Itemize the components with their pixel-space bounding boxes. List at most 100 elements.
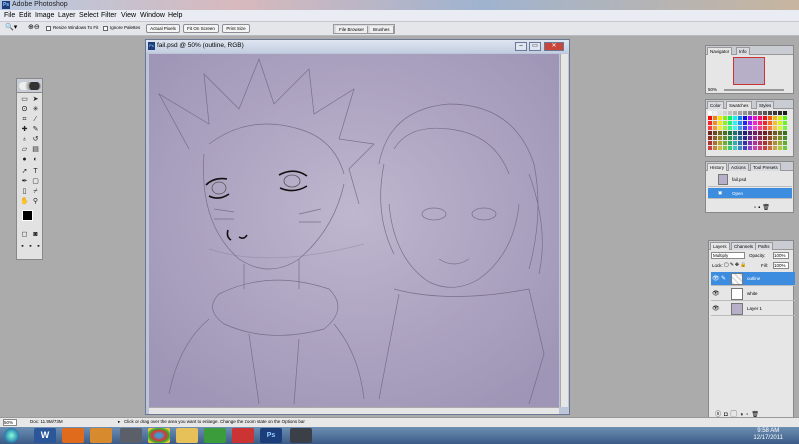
color-swatch[interactable] — [713, 121, 717, 125]
color-swatch[interactable] — [758, 136, 762, 140]
color-swatch[interactable] — [753, 131, 757, 135]
screen-mode-full-icon[interactable]: ▪ — [35, 243, 42, 251]
color-swatch[interactable] — [743, 126, 747, 130]
color-swatch[interactable] — [743, 136, 747, 140]
color-swatch[interactable] — [778, 141, 782, 145]
color-swatch[interactable] — [738, 141, 742, 145]
print-size-button[interactable]: Print Size — [222, 24, 250, 33]
color-swatch[interactable] — [738, 131, 742, 135]
brush-tool-icon[interactable]: ✎ — [31, 126, 40, 134]
tab-actions[interactable]: Actions — [728, 163, 749, 171]
menu-filter[interactable]: Filter — [101, 12, 117, 19]
color-swatch[interactable] — [713, 126, 717, 130]
color-swatch[interactable] — [778, 121, 782, 125]
color-swatch[interactable] — [743, 146, 747, 150]
visibility-eye-icon[interactable]: 👁 — [712, 275, 720, 282]
color-swatch[interactable] — [728, 111, 732, 115]
color-swatch[interactable] — [753, 141, 757, 145]
actual-pixels-button[interactable]: Actual Pixels — [146, 24, 180, 33]
color-swatch[interactable] — [728, 121, 732, 125]
standard-mode-icon[interactable]: ◻ — [20, 231, 29, 239]
color-swatch[interactable] — [733, 121, 737, 125]
color-swatch[interactable] — [713, 116, 717, 120]
document-canvas[interactable] — [149, 54, 559, 407]
color-swatch[interactable] — [768, 141, 772, 145]
color-swatch[interactable] — [753, 126, 757, 130]
color-swatch[interactable] — [753, 136, 757, 140]
color-swatch[interactable] — [733, 116, 737, 120]
color-swatch[interactable] — [763, 121, 767, 125]
color-swatch[interactable] — [723, 116, 727, 120]
color-swatch[interactable] — [758, 116, 762, 120]
color-swatch[interactable] — [743, 111, 747, 115]
history-step[interactable]: ▣ Open — [708, 188, 792, 199]
toolbox-header[interactable] — [17, 79, 42, 93]
color-swatch[interactable] — [748, 131, 752, 135]
color-swatch[interactable] — [728, 146, 732, 150]
resize-windows-checkbox[interactable] — [46, 26, 51, 31]
tab-channels[interactable]: Channels — [731, 242, 757, 250]
minimize-icon[interactable]: – — [515, 42, 527, 51]
color-swatch[interactable] — [723, 131, 727, 135]
screen-mode-standard-icon[interactable]: ▪ — [19, 243, 26, 251]
color-swatch[interactable] — [708, 126, 712, 130]
history-snapshot[interactable]: fail.psd — [708, 173, 792, 187]
history-footer-icons[interactable]: ▫▪🗑 — [754, 204, 772, 211]
color-swatch[interactable] — [773, 111, 777, 115]
menu-image[interactable]: Image — [35, 12, 54, 19]
visibility-eye-icon[interactable]: 👁 — [712, 290, 720, 297]
menu-help[interactable]: Help — [168, 12, 182, 19]
color-swatch[interactable] — [718, 136, 722, 140]
palette-well-file-browser[interactable]: File Browser — [336, 26, 369, 33]
color-swatch[interactable] — [708, 131, 712, 135]
zoom-tool-icon[interactable]: 🔍▾ — [5, 23, 17, 31]
color-swatch[interactable] — [733, 146, 737, 150]
folder-icon[interactable] — [176, 428, 198, 443]
close-icon[interactable]: ✕ — [544, 42, 564, 51]
color-swatch[interactable] — [718, 126, 722, 130]
color-swatch[interactable] — [728, 141, 732, 145]
lock-icons[interactable]: ▢✎✥🔒 — [724, 262, 747, 268]
color-swatch[interactable] — [768, 131, 772, 135]
eyedropper-tool-icon[interactable]: ⌿ — [31, 188, 40, 196]
crop-tool-icon[interactable]: ⌗ — [20, 116, 29, 124]
color-swatch[interactable] — [763, 111, 767, 115]
color-swatch[interactable] — [738, 111, 742, 115]
menu-view[interactable]: View — [121, 12, 136, 19]
tab-navigator[interactable]: Navigator — [707, 47, 733, 55]
horizontal-scrollbar[interactable] — [149, 407, 559, 414]
color-swatch[interactable] — [708, 116, 712, 120]
color-swatch[interactable] — [783, 121, 787, 125]
menu-file[interactable]: File — [4, 12, 15, 19]
color-swatch[interactable] — [778, 126, 782, 130]
color-swatch[interactable] — [733, 141, 737, 145]
maximize-icon[interactable]: ▭ — [529, 42, 541, 51]
color-swatch[interactable] — [783, 141, 787, 145]
color-swatch[interactable] — [778, 146, 782, 150]
spreadsheet-icon[interactable] — [204, 428, 226, 443]
menu-layer[interactable]: Layer — [58, 12, 76, 19]
layer-row[interactable]: 👁 white — [711, 287, 795, 301]
color-swatch[interactable] — [723, 121, 727, 125]
color-swatch[interactable] — [748, 111, 752, 115]
color-swatch[interactable] — [713, 136, 717, 140]
firefox-icon[interactable] — [62, 428, 84, 443]
opacity-field[interactable]: 100% — [773, 252, 789, 259]
color-swatch[interactable] — [778, 111, 782, 115]
quick-mask-icon[interactable]: ◙ — [31, 231, 40, 239]
marquee-tool-icon[interactable]: ▭ — [20, 96, 29, 104]
color-swatch[interactable] — [743, 131, 747, 135]
arrow-right-icon[interactable]: ▸ — [118, 419, 120, 425]
color-swatch[interactable] — [708, 136, 712, 140]
lasso-tool-icon[interactable]: ʘ — [20, 106, 29, 114]
tab-swatches[interactable]: Swatches — [726, 101, 752, 109]
color-swatch[interactable] — [733, 126, 737, 130]
word-icon[interactable]: W — [34, 428, 56, 443]
color-swatch[interactable] — [723, 111, 727, 115]
color-swatch[interactable] — [748, 141, 752, 145]
color-swatch[interactable] — [778, 131, 782, 135]
screen-mode-full-menu-icon[interactable]: ▪ — [27, 243, 34, 251]
color-swatch[interactable] — [738, 136, 742, 140]
menu-select[interactable]: Select — [79, 12, 98, 19]
eraser-tool-icon[interactable]: ▱ — [20, 146, 29, 154]
